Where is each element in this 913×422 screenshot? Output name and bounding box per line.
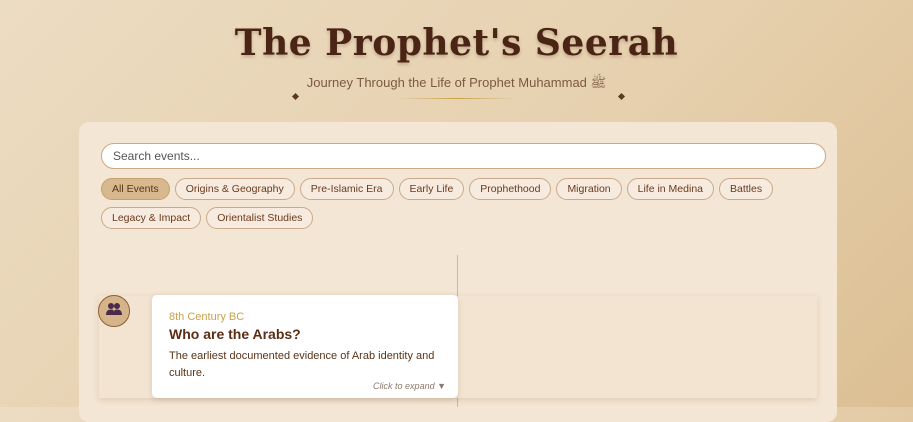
filter-origins-geography[interactable]: Origins & Geography [174,178,295,200]
expand-toggle[interactable]: Click to expand ▼ [373,381,446,391]
ornament-divider [396,98,516,99]
filter-pre-islamic-era[interactable]: Pre-Islamic Era [299,178,394,200]
page-title: The Prophet's Seerah [234,22,679,64]
filter-prophethood[interactable]: Prophethood [469,178,552,200]
filter-legacy-impact[interactable]: Legacy & Impact [101,207,202,229]
event-card[interactable]: 8th Century BC Who are the Arabs? The ea… [152,295,458,398]
event-date: 8th Century BC [169,311,245,323]
event-description: The earliest documented evidence of Arab… [169,350,435,379]
timeline-marker [98,295,130,327]
filter-all-events[interactable]: All Events [101,178,170,200]
search-input[interactable] [101,143,826,169]
page-subtitle: Journey Through the Life of Prophet Muha… [306,75,607,90]
event-title: Who are the Arabs? [169,326,301,342]
filter-early-life[interactable]: Early Life [398,178,465,200]
filter-orientalist-studies[interactable]: Orientalist Studies [206,207,314,229]
filter-life-in-medina[interactable]: Life in Medina [626,178,714,200]
ornament-diamond-right [617,92,626,101]
people-icon [105,302,123,321]
filter-migration[interactable]: Migration [556,178,622,200]
filter-battles[interactable]: Battles [719,178,774,200]
filter-bar: All Events Origins & Geography Pre-Islam… [101,178,801,229]
ornament-diamond-left [291,92,300,101]
